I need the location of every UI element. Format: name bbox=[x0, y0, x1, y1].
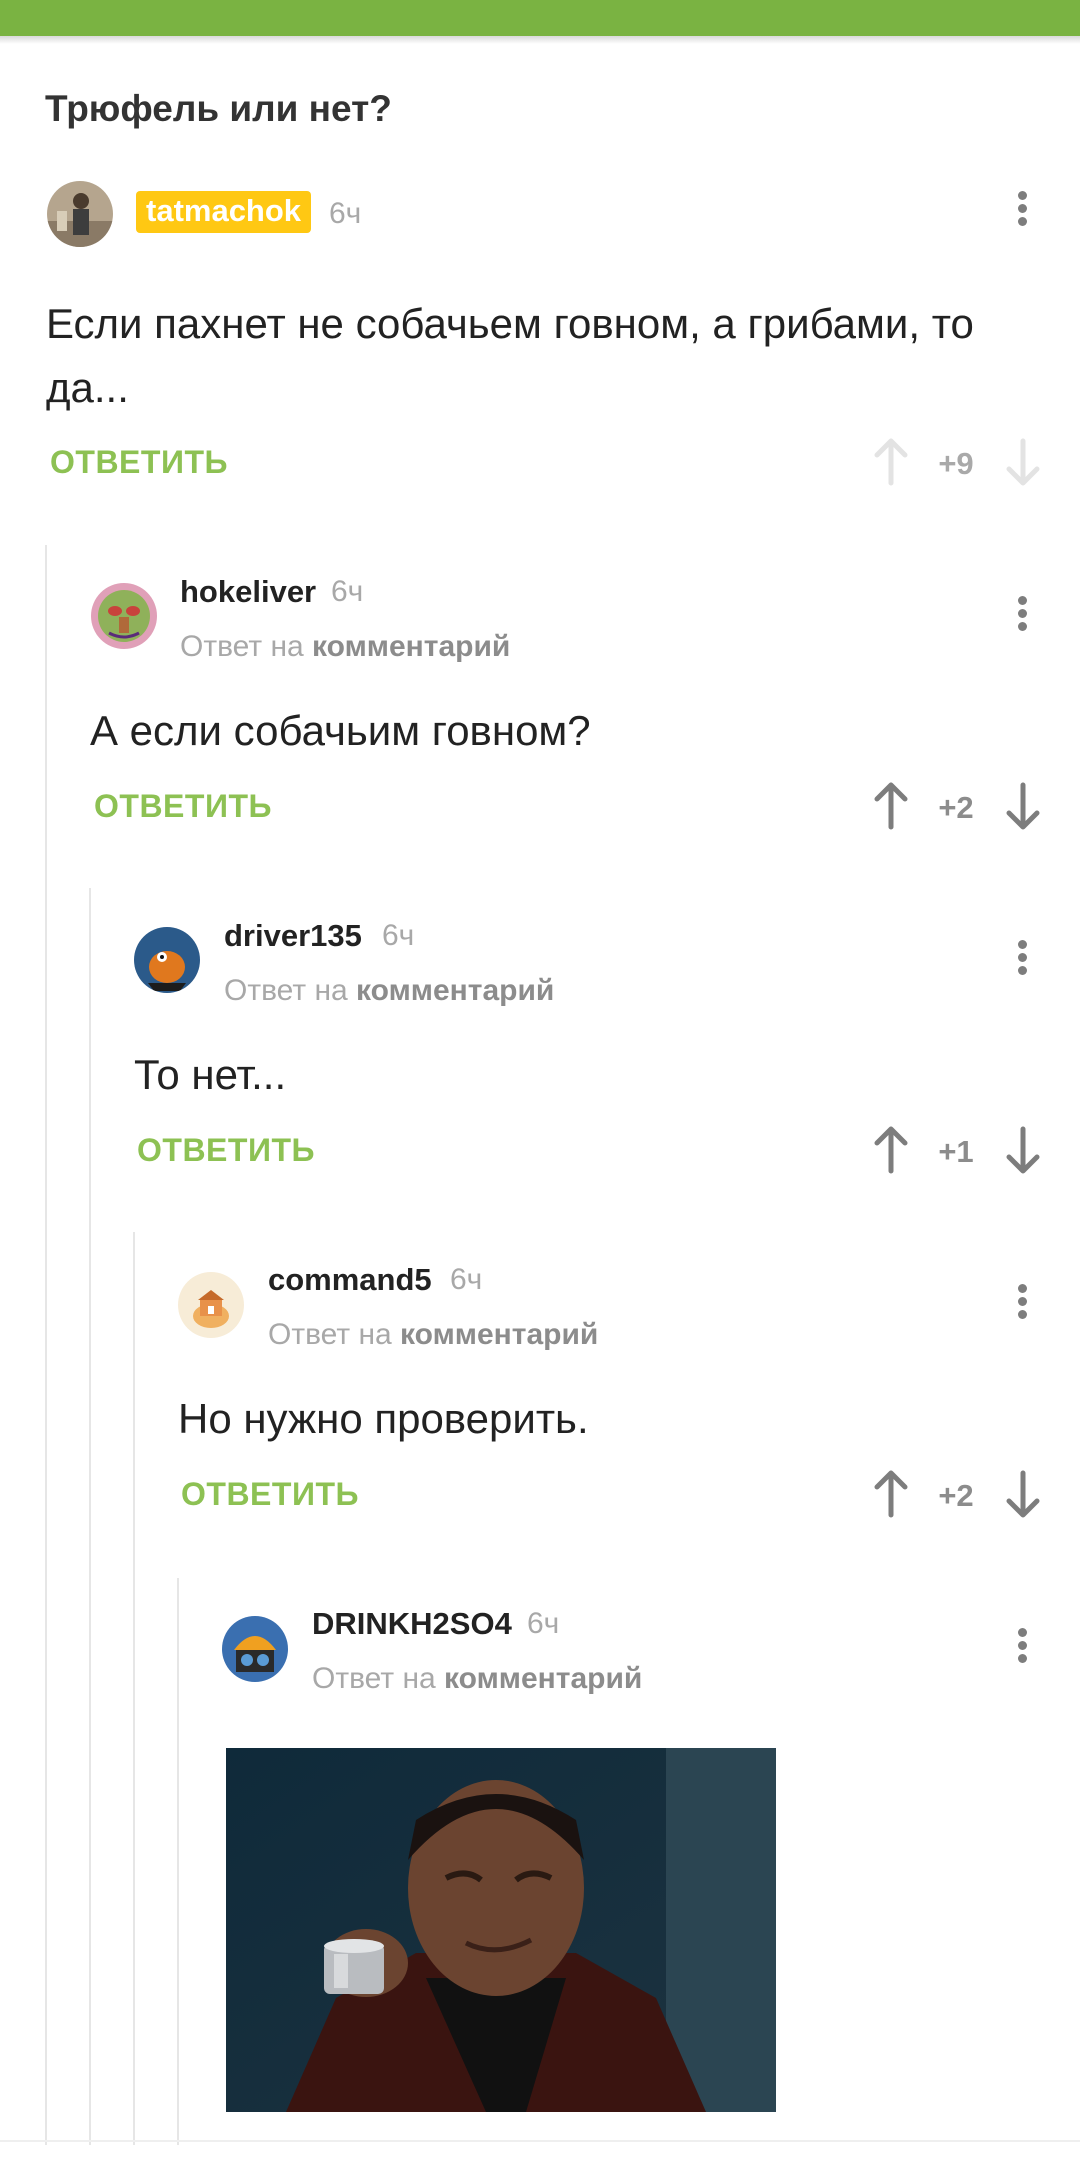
more-vertical-icon[interactable] bbox=[1012, 592, 1032, 642]
author-name[interactable]: hokeliver bbox=[180, 574, 316, 610]
vote-score: +2 bbox=[938, 790, 974, 825]
thread-line-2 bbox=[89, 888, 91, 2145]
reply-to-link[interactable]: комментарий bbox=[444, 1662, 642, 1695]
reply-to-info: Ответ на комментарий bbox=[224, 974, 555, 1007]
author-name[interactable]: DRINKH2SO4 bbox=[312, 1606, 512, 1642]
more-vertical-icon[interactable] bbox=[1012, 936, 1032, 986]
comment-image[interactable] bbox=[226, 1748, 776, 2112]
comment-time: 6ч bbox=[527, 1607, 560, 1640]
comment-text: А если собачьим говном? bbox=[90, 707, 591, 754]
reply-to-info: Ответ на комментарий bbox=[180, 630, 511, 663]
avatar[interactable] bbox=[178, 1272, 244, 1338]
top-accent-bar bbox=[0, 0, 1080, 36]
more-vertical-icon[interactable] bbox=[1012, 1280, 1032, 1330]
thread-line-3 bbox=[133, 1232, 135, 2145]
comment-text: Но нужно проверить. bbox=[178, 1395, 589, 1442]
comment-time: 6ч bbox=[450, 1263, 483, 1296]
post-title: Трюфель или нет? bbox=[45, 88, 392, 129]
arrow-down-icon[interactable] bbox=[1003, 781, 1043, 831]
reply-button[interactable]: ОТВЕТИТЬ bbox=[94, 788, 272, 825]
comment-text: То нет... bbox=[134, 1051, 287, 1098]
more-vertical-icon[interactable] bbox=[1012, 187, 1032, 237]
arrow-down-icon[interactable] bbox=[1003, 1125, 1043, 1175]
comment-text: Если пахнет не собачьем говном, а грибам… bbox=[46, 300, 974, 411]
thread-line-1 bbox=[45, 545, 47, 2145]
arrow-up-icon[interactable] bbox=[871, 1125, 911, 1175]
reply-to-link[interactable]: комментарий bbox=[356, 974, 554, 1007]
comment-time: 6ч bbox=[382, 919, 415, 952]
author-name[interactable]: driver135 bbox=[224, 918, 362, 954]
reply-to-link[interactable]: комментарий bbox=[312, 630, 510, 663]
reply-button[interactable]: ОТВЕТИТЬ bbox=[181, 1476, 359, 1513]
arrow-up-icon[interactable] bbox=[871, 437, 911, 487]
avatar[interactable] bbox=[222, 1616, 288, 1682]
arrow-down-icon[interactable] bbox=[1003, 1469, 1043, 1519]
arrow-down-icon[interactable] bbox=[1003, 437, 1043, 487]
reply-to-info: Ответ на комментарий bbox=[268, 1318, 599, 1351]
comment-time: 6ч bbox=[329, 197, 362, 230]
bottom-divider bbox=[0, 2140, 1080, 2142]
avatar[interactable] bbox=[91, 583, 157, 649]
more-vertical-icon[interactable] bbox=[1012, 1624, 1032, 1674]
vote-score: +1 bbox=[938, 1134, 974, 1169]
avatar[interactable] bbox=[47, 181, 113, 247]
reply-to-info: Ответ на комментарий bbox=[312, 1662, 643, 1695]
avatar[interactable] bbox=[134, 927, 200, 993]
thread-line-4 bbox=[177, 1578, 179, 2145]
reply-button[interactable]: ОТВЕТИТЬ bbox=[50, 444, 228, 481]
arrow-up-icon[interactable] bbox=[871, 781, 911, 831]
reply-button[interactable]: ОТВЕТИТЬ bbox=[137, 1132, 315, 1169]
vote-score: +2 bbox=[938, 1478, 974, 1513]
arrow-up-icon[interactable] bbox=[871, 1469, 911, 1519]
author-name[interactable]: tatmachok bbox=[136, 191, 312, 233]
comment-time: 6ч bbox=[331, 575, 364, 608]
vote-score: +9 bbox=[938, 446, 974, 481]
reply-to-link[interactable]: комментарий bbox=[400, 1318, 598, 1351]
top-bar-shadow bbox=[0, 36, 1080, 44]
author-name[interactable]: command5 bbox=[268, 1262, 432, 1298]
